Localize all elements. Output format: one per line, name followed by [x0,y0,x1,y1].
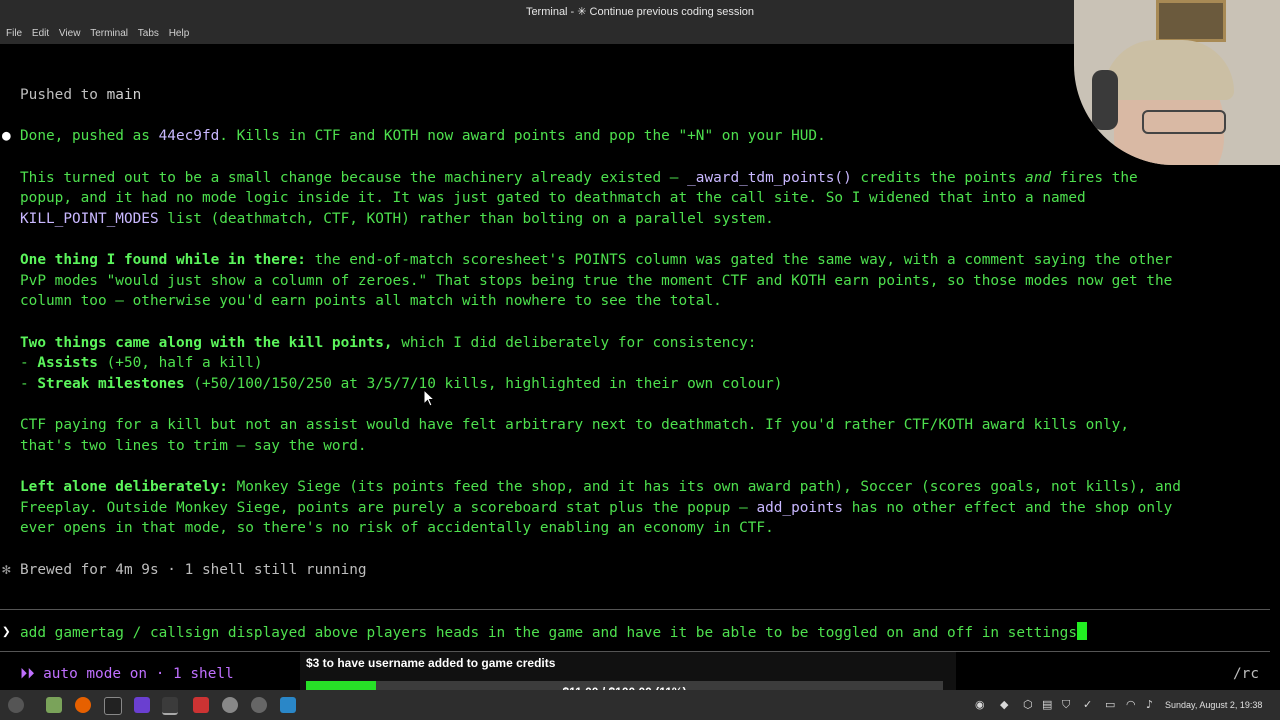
wall-painting [1156,0,1226,42]
divider [0,609,1270,610]
paragraph-line: This turned out to be a small change bec… [20,170,1138,186]
fast-forward-icon: ⏵⏵ [20,666,35,682]
discord-icon[interactable]: ◆ [1000,698,1008,711]
paragraph-line: column too — otherwise you'd earn points… [20,293,722,309]
list-item: - Assists (+50, half a kill) [20,355,263,371]
clipboard-icon[interactable]: ▤ [1042,698,1052,711]
donation-title: $3 to have username added to game credit… [306,656,556,670]
done-line: Done, pushed as 44ec9fd. Kills in CTF an… [20,128,826,144]
menu-help[interactable]: Help [169,24,190,44]
mouse-pointer-icon [423,389,435,407]
editor-icon[interactable] [193,697,209,713]
files-icon[interactable] [46,697,62,713]
paragraph-line: that's two lines to trim — say the word. [20,438,367,454]
paragraph-line: PvP modes "would just show a column of z… [20,273,1173,289]
terminal-output[interactable]: Pushed to main ● Done, pushed as 44ec9fd… [0,44,1280,690]
settings-icon[interactable] [251,697,267,713]
wifi-icon[interactable]: ◠ [1126,698,1136,711]
paragraph-line: Two things came along with the kill poin… [20,335,757,351]
menu-edit[interactable]: Edit [32,24,49,44]
paragraph-line: popup, and it had no mode logic inside i… [20,190,1086,206]
rc-label: /rc [1233,666,1259,682]
paragraph-line: One thing I found while in there: the en… [20,252,1173,268]
spinner-icon: ✻ [2,562,11,578]
list-item: - Streak milestones (+50/100/150/250 at … [20,376,783,392]
bullet-icon: ● [2,128,11,144]
pushed-line: Pushed to main [20,87,142,103]
glasses [1142,110,1226,134]
app-icon[interactable] [280,697,296,713]
cap [1104,40,1234,100]
headphones [1092,70,1118,130]
terminal-active-icon[interactable] [162,697,178,715]
menu-view[interactable]: View [59,24,81,44]
brewed-status: Brewed for 4m 9s · 1 shell still running [20,562,367,578]
firefox-icon[interactable] [75,697,91,713]
dropbox-icon[interactable]: ⬡ [1023,698,1033,711]
display-icon[interactable]: ▭ [1105,698,1115,711]
menu-file[interactable]: File [6,24,22,44]
obs-icon[interactable]: ◉ [975,698,985,711]
paragraph-line: Left alone deliberately: Monkey Siege (i… [20,479,1181,495]
taskbar: ◉ ◆ ⬡ ▤ ⛉ ✓ ▭ ◠ ♪ Sunday, August 2, 19:3… [0,690,1280,720]
volume-icon[interactable]: ♪ [1146,698,1153,711]
paragraph-line: CTF paying for a kill but not an assist … [20,417,1129,433]
text-cursor [1077,622,1087,640]
update-icon[interactable]: ✓ [1083,698,1092,711]
app-menu-icon[interactable] [8,697,24,713]
app-icon[interactable] [222,697,238,713]
menu-tabs[interactable]: Tabs [138,24,159,44]
status-line: ⏵⏵ auto mode on · 1 shell [20,666,234,682]
menu-terminal[interactable]: Terminal [90,24,128,44]
clock[interactable]: Sunday, August 2, 19:38 [1165,690,1262,720]
prompt-arrow-icon: ❯ [2,624,11,640]
app-icon[interactable] [134,697,150,713]
terminal-icon[interactable] [104,697,122,715]
paragraph-line: ever opens in that mode, so there's no r… [20,520,774,536]
paragraph-line: KILL_POINT_MODES list (deathmatch, CTF, … [20,211,774,227]
paragraph-line: Freeplay. Outside Monkey Siege, points a… [20,500,1173,516]
shield-icon[interactable]: ⛉ [1062,698,1070,712]
prompt-input[interactable]: add gamertag / callsign displayed above … [20,622,1087,644]
